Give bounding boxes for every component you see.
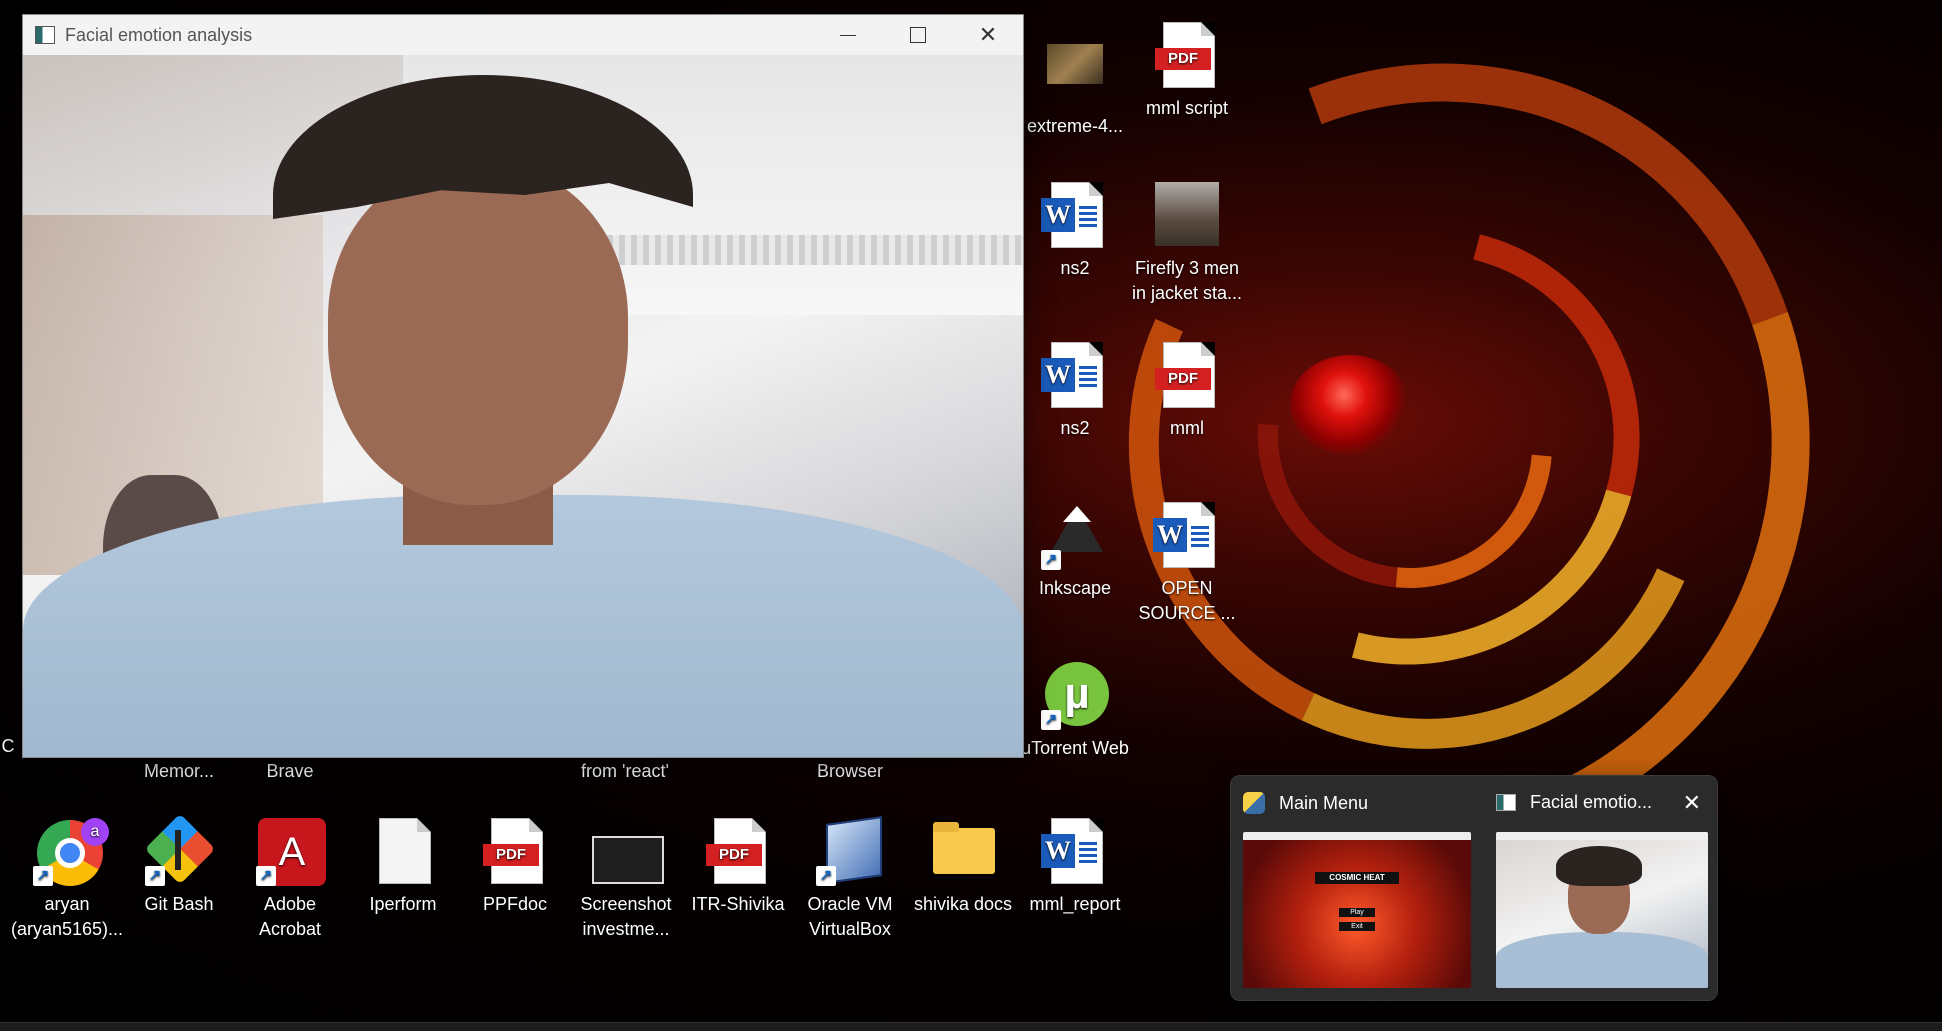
desktop-icon-label: Git Bash	[144, 894, 214, 914]
word-icon: W	[1153, 502, 1221, 570]
close-icon: ✕	[978, 22, 998, 47]
webcam-feed	[23, 55, 1023, 757]
virtualbox-icon: ↗	[816, 816, 884, 886]
desktop-icon-mml[interactable]: PDF mml	[1129, 342, 1245, 441]
folder-icon	[929, 818, 997, 886]
desktop-icon-itr-shivika[interactable]: PDF ITR-Shivika	[680, 818, 796, 917]
desktop-icon-git-bash[interactable]: ↗ Git Bash	[121, 813, 237, 917]
app-window-icon	[1496, 794, 1516, 811]
desktop-icon-label: OPEN SOURCE ...	[1138, 578, 1236, 623]
desktop-icon-label: Screenshot investme...	[580, 894, 672, 939]
desktop-icon-ns2-doc[interactable]: W ns2	[1017, 182, 1133, 281]
desktop-icon-label: ns2	[1060, 418, 1090, 438]
inkscape-icon: ↗	[1041, 502, 1109, 570]
desktop-icon-mml-report[interactable]: W mml_report	[1017, 818, 1133, 917]
window-titlebar[interactable]: Facial emotion analysis ✕	[23, 15, 1023, 55]
pdf-icon: PDF	[704, 818, 772, 886]
desktop-icon-ppfdoc[interactable]: PDF PPFdoc	[457, 818, 573, 917]
close-thumbnail-button[interactable]: ✕	[1683, 790, 1701, 816]
desktop-icon-screenshot[interactable]: Screenshot investme...	[568, 818, 684, 942]
desktop-icon-label: ITR-Shivika	[691, 894, 785, 914]
desktop-icon-firefly[interactable]: Firefly 3 men in jacket sta...	[1129, 182, 1245, 306]
desktop-partial-label-react[interactable]: from 'react'	[567, 759, 683, 784]
desktop-icon-virtualbox[interactable]: ↗ Oracle VM VirtualBox	[792, 816, 908, 942]
shortcut-arrow-icon: ↗	[816, 866, 836, 886]
chrome-icon: a ↗	[33, 818, 109, 886]
pdf-icon: PDF	[481, 818, 549, 886]
window-title: Facial emotion analysis	[65, 24, 253, 45]
desktop-icon-chrome-profile[interactable]: a ↗ aryan (aryan5165)...	[9, 818, 125, 942]
close-icon: ✕	[1682, 790, 1701, 815]
word-icon: W	[1041, 818, 1109, 886]
shortcut-arrow-icon: ↗	[145, 866, 165, 886]
utorrent-icon: µ ↗	[1041, 662, 1109, 730]
word-document-icon: W	[1041, 182, 1109, 250]
desktop-icon-label: Oracle VM VirtualBox	[807, 894, 893, 939]
shortcut-arrow-icon: ↗	[256, 866, 276, 886]
image-thumbnail-icon	[1153, 182, 1221, 250]
desktop-icon-mml-script[interactable]: PDF mml script	[1129, 22, 1245, 121]
desktop-icon-inkscape[interactable]: ↗ Inkscape	[1017, 502, 1133, 601]
desktop-partial-label-browser[interactable]: Browser	[792, 759, 908, 784]
shortcut-arrow-icon: ↗	[1041, 710, 1061, 730]
desktop-icon-label: mml	[1170, 418, 1204, 438]
close-button[interactable]: ✕	[953, 15, 1023, 55]
maximize-button[interactable]	[883, 15, 953, 55]
desktop-partial-label-memory[interactable]: Memor...	[121, 759, 237, 784]
desktop-icon-label: extreme-4...	[1026, 116, 1124, 136]
facial-emotion-window[interactable]: Facial emotion analysis ✕	[22, 14, 1024, 758]
text-file-icon	[369, 818, 437, 886]
screenshot-thumbnail-icon	[592, 818, 664, 886]
game-title: COSMIC HEAT	[1315, 872, 1399, 884]
taskbar-thumbnail-popup: Main Menu COSMIC HEAT Play Exit Facial e…	[1230, 775, 1718, 1001]
desktop-icon-label: Inkscape	[1038, 578, 1112, 598]
person-face	[328, 165, 628, 505]
desktop-icon-label: mml script	[1146, 98, 1228, 118]
desktop-icon-label: mml_report	[1029, 894, 1121, 914]
adobe-acrobat-icon: A ↗	[256, 818, 326, 886]
desktop-icon-ns2-word[interactable]: W ns2	[1017, 342, 1133, 441]
python-icon	[1243, 792, 1265, 814]
thumbnail-main-menu[interactable]: Main Menu COSMIC HEAT Play Exit	[1243, 776, 1473, 1000]
word-icon: W	[1041, 342, 1109, 410]
desktop-icon-label: Adobe Acrobat	[258, 894, 322, 939]
minimize-icon	[840, 34, 856, 36]
facial-emotion-preview	[1496, 832, 1708, 988]
thumbnail-facial-emotion[interactable]: Facial emotio...	[1496, 776, 1708, 1000]
desktop-icon-label: aryan (aryan5165)...	[10, 894, 124, 939]
thumbnail-title: Main Menu	[1279, 792, 1369, 813]
minimize-button[interactable]	[813, 15, 883, 55]
maximize-icon	[910, 27, 926, 43]
profile-badge: a	[81, 818, 109, 846]
main-menu-preview: COSMIC HEAT Play Exit	[1243, 832, 1471, 988]
desktop-icon-label: uTorrent Web	[1021, 738, 1129, 758]
desktop-icon-shivika-docs[interactable]: shivika docs	[905, 818, 1021, 917]
desktop-icon-extreme[interactable]: extreme-4...	[1017, 40, 1133, 139]
desktop-icon-label: Iperform	[369, 894, 437, 914]
desktop-icon-open-source[interactable]: W OPEN SOURCE ...	[1129, 502, 1245, 626]
git-bash-icon: ↗	[144, 813, 216, 886]
pdf-icon: PDF	[1153, 22, 1221, 90]
desktop-icon-label: PPFdoc	[482, 894, 548, 914]
game-menu-play: Play	[1339, 908, 1375, 917]
image-thumbnail-icon	[1041, 40, 1109, 108]
game-menu-exit: Exit	[1339, 922, 1375, 931]
desktop-icon-label: Firefly 3 men in jacket sta...	[1131, 258, 1243, 303]
pdf-icon: PDF	[1153, 342, 1221, 410]
app-window-icon	[35, 26, 55, 44]
desktop-icon-iperform[interactable]: Iperform	[345, 818, 461, 917]
desktop-icon-label: shivika docs	[913, 894, 1013, 914]
thumbnail-title: Facial emotio...	[1530, 792, 1653, 812]
desktop-icon-label: ns2	[1060, 258, 1090, 278]
desktop-icon-utorrent[interactable]: µ ↗ uTorrent Web	[1017, 662, 1133, 761]
desktop-partial-label-brave[interactable]: Brave	[232, 759, 348, 784]
desktop-icon-adobe-acrobat[interactable]: A ↗ Adobe Acrobat	[232, 818, 348, 942]
shortcut-arrow-icon: ↗	[1041, 550, 1061, 570]
shortcut-arrow-icon: ↗	[33, 866, 53, 886]
